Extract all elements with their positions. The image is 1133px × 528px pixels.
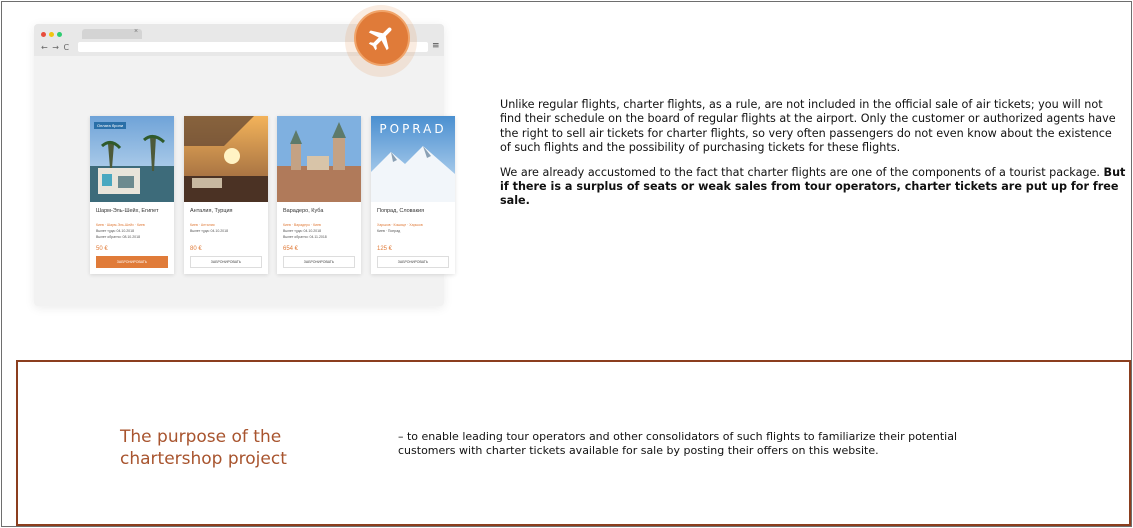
book-button[interactable]: ЗАБРОНИРОВАТЬ: [190, 256, 262, 268]
card-image: Оплата брони: [90, 116, 174, 202]
card-body: Анталия, Турция Киев · Анталия Вылет туд…: [184, 202, 268, 274]
card-spacer: [190, 234, 262, 240]
card-title: Варадеро, Куба: [283, 208, 324, 214]
card-image: POPRAD: [371, 116, 455, 202]
tab-close-icon: ×: [134, 28, 139, 35]
purpose-text: – to enable leading tour operators and o…: [398, 430, 958, 457]
window-controls: [41, 32, 62, 37]
card-price: 50 €: [96, 246, 108, 252]
description-paragraph: Unlike regular flights, charter flights,…: [500, 98, 1116, 155]
card-return: Вылет обратно: 08.10.2018: [96, 235, 141, 239]
book-button[interactable]: ЗАБРОНИРОВАТЬ: [283, 256, 355, 268]
card-body: Шарм-Эль-Шейх, Египет Киев · Шарм-Эль-Ше…: [90, 202, 174, 274]
nav-arrows-icon: ← → C: [41, 43, 71, 52]
maximize-dot: [57, 32, 62, 37]
card-title: Попрад, Словакия: [377, 208, 425, 214]
card-body: Попрад, Словакия Харьков · Кошице · Харь…: [371, 202, 455, 274]
card-title: Анталия, Турция: [190, 208, 233, 214]
flight-card: POPRAD Попрад, Словакия Харьков · Кошице…: [371, 116, 455, 274]
description-paragraph-2: We are already accustomed to the fact th…: [500, 166, 1126, 209]
book-button[interactable]: ЗАБРОНИРОВАТЬ: [377, 256, 449, 268]
card-price: 80 €: [190, 246, 202, 252]
card-badge: Оплата брони: [94, 122, 127, 129]
flight-card: Варадеро, Куба Киев · Варадеро · Киев Вы…: [277, 116, 361, 274]
browser-tab: [82, 29, 142, 39]
close-dot: [41, 32, 46, 37]
flight-card: Оплата брони Шарм-Эль-Шейх, Египет Киев …: [90, 116, 174, 274]
card-image-title: POPRAD: [379, 122, 447, 136]
card-price: 125 €: [377, 246, 393, 252]
flight-cards: Оплата брони Шарм-Эль-Шейх, Египет Киев …: [90, 116, 460, 296]
card-price: 654 €: [283, 246, 299, 252]
card-return: Вылет обратно: 04.11.2018: [283, 235, 327, 239]
description-sentence: We are already accustomed to the fact th…: [500, 165, 1100, 179]
card-spacer: [377, 234, 449, 240]
card-image: [277, 116, 361, 202]
minimize-dot: [49, 32, 54, 37]
card-image: [184, 116, 268, 202]
card-body: Варадеро, Куба Киев · Варадеро · Киев Вы…: [277, 202, 361, 274]
card-title: Шарм-Эль-Шейх, Египет: [96, 208, 159, 214]
flight-card: Анталия, Турция Киев · Анталия Вылет туд…: [184, 116, 268, 274]
hamburger-menu-icon: ≡: [432, 41, 440, 51]
purpose-title: The purpose of the chartershop project: [120, 427, 287, 469]
slide-frame: × ← → C ≡ Оплата брони Шарм-Эль-Шейх, Ег…: [1, 1, 1132, 527]
purpose-box: The purpose of the chartershop project –…: [16, 360, 1131, 526]
airplane-icon: [354, 10, 410, 66]
book-button[interactable]: ЗАБРОНИРОВАТЬ: [96, 256, 168, 268]
description-text: Unlike regular flights, charter flights,…: [500, 98, 1126, 219]
